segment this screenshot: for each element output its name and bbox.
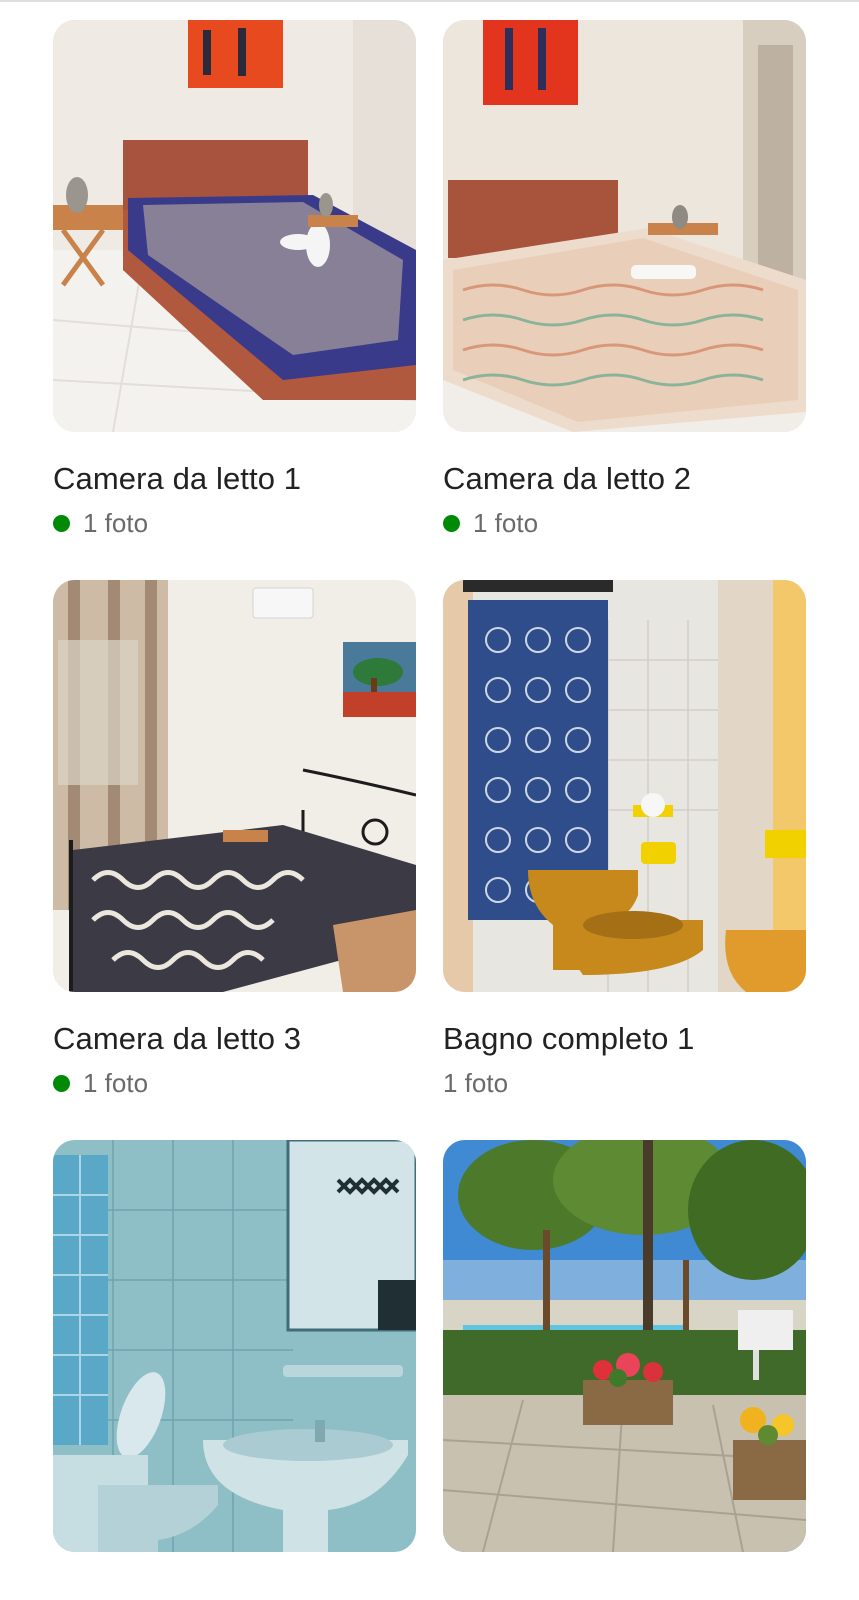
bathroom-2-image — [53, 1140, 416, 1552]
room-card-garden[interactable] — [443, 1140, 806, 1580]
room-title: Bagno completo 1 — [443, 1021, 695, 1056]
room-card-bathroom-1[interactable]: Bagno completo 1 1 foto — [443, 580, 806, 1100]
photo-count: 1 foto — [53, 506, 416, 540]
photo-count: 1 foto — [443, 506, 806, 540]
photo-count-label: 1 foto — [473, 507, 539, 538]
bedroom-2-image — [443, 20, 806, 432]
bedroom-3-image — [53, 580, 416, 992]
room-card-bedroom-2[interactable]: Camera da letto 2 1 foto — [443, 20, 806, 540]
room-photo-bedroom-3[interactable] — [53, 580, 416, 992]
room-title: Camera da letto 3 — [53, 1021, 302, 1056]
status-dot — [53, 514, 70, 532]
status-dot — [443, 514, 460, 532]
room-photo-bedroom-1[interactable] — [53, 20, 416, 432]
room-photo-garden[interactable] — [443, 1140, 806, 1552]
room-photo-bathroom-1[interactable] — [443, 580, 806, 992]
photo-count-label: 1 foto — [83, 507, 149, 538]
photo-count-label: 1 foto — [443, 1067, 509, 1098]
photo-count-label: 1 foto — [83, 1067, 149, 1098]
bathroom-1-image — [443, 580, 806, 992]
garden-pool-image — [443, 1140, 806, 1552]
bedroom-1-image — [53, 20, 416, 432]
status-dot — [53, 1074, 70, 1092]
room-title: Camera da letto 2 — [443, 461, 692, 496]
room-card-bathroom-2[interactable] — [53, 1140, 416, 1580]
photo-count: 1 foto — [443, 1066, 806, 1100]
photo-count: 1 foto — [53, 1066, 416, 1100]
room-title: Camera da letto 1 — [53, 461, 302, 496]
room-photo-bedroom-2[interactable] — [443, 20, 806, 432]
room-photo-bathroom-2[interactable] — [53, 1140, 416, 1552]
room-card-bedroom-1[interactable]: Camera da letto 1 1 foto — [53, 20, 416, 540]
room-photo-grid: Camera da letto 1 1 foto Camera da letto… — [53, 20, 806, 1580]
room-card-bedroom-3[interactable]: Camera da letto 3 1 foto — [53, 580, 416, 1100]
top-divider — [0, 0, 859, 2]
